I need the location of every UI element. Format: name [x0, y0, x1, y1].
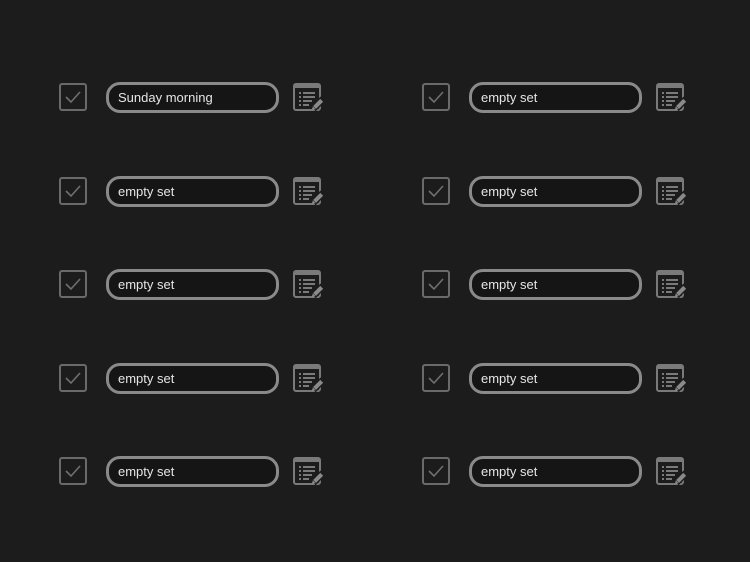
set-name-input[interactable]: empty set — [469, 269, 642, 300]
edit-notes-button[interactable] — [293, 83, 326, 113]
notes-edit-icon — [293, 83, 326, 117]
notes-edit-icon — [656, 177, 689, 211]
edit-notes-button[interactable] — [293, 177, 326, 207]
checkbox[interactable] — [422, 177, 450, 205]
checkbox[interactable] — [422, 83, 450, 111]
set-name-input[interactable]: empty set — [106, 456, 279, 487]
set-name-input[interactable]: Sunday morning — [106, 82, 279, 113]
entry-row: empty set — [59, 176, 329, 208]
edit-notes-button[interactable] — [656, 457, 689, 487]
notes-edit-icon — [293, 364, 326, 398]
checkbox[interactable] — [59, 270, 87, 298]
set-name-input[interactable]: empty set — [106, 363, 279, 394]
edit-notes-button[interactable] — [656, 83, 689, 113]
notes-edit-icon — [293, 270, 326, 304]
checkbox[interactable] — [422, 457, 450, 485]
entry-row: empty set — [422, 82, 692, 114]
checkbox[interactable] — [59, 83, 87, 111]
checkbox[interactable] — [59, 177, 87, 205]
checkbox[interactable] — [59, 457, 87, 485]
entry-row: empty set — [59, 456, 329, 488]
edit-notes-button[interactable] — [293, 364, 326, 394]
checkbox[interactable] — [422, 364, 450, 392]
edit-notes-button[interactable] — [293, 457, 326, 487]
edit-notes-button[interactable] — [656, 270, 689, 300]
entry-row: empty set — [422, 363, 692, 395]
edit-notes-button[interactable] — [656, 364, 689, 394]
notes-edit-icon — [293, 177, 326, 211]
entry-row: empty set — [422, 269, 692, 301]
set-name-input[interactable]: empty set — [469, 456, 642, 487]
notes-edit-icon — [293, 457, 326, 491]
checkbox[interactable] — [59, 364, 87, 392]
checkbox[interactable] — [422, 270, 450, 298]
set-name-input[interactable]: empty set — [106, 176, 279, 207]
entry-row: empty set — [59, 363, 329, 395]
notes-edit-icon — [656, 457, 689, 491]
entry-row: empty set — [59, 269, 329, 301]
edit-notes-button[interactable] — [293, 270, 326, 300]
notes-edit-icon — [656, 83, 689, 117]
entry-row: empty set — [422, 176, 692, 208]
set-name-input[interactable]: empty set — [469, 82, 642, 113]
notes-edit-icon — [656, 364, 689, 398]
set-name-input[interactable]: empty set — [469, 363, 642, 394]
set-name-input[interactable]: empty set — [469, 176, 642, 207]
set-name-input[interactable]: empty set — [106, 269, 279, 300]
entry-row: Sunday morning — [59, 82, 329, 114]
notes-edit-icon — [656, 270, 689, 304]
entry-row: empty set — [422, 456, 692, 488]
edit-notes-button[interactable] — [656, 177, 689, 207]
